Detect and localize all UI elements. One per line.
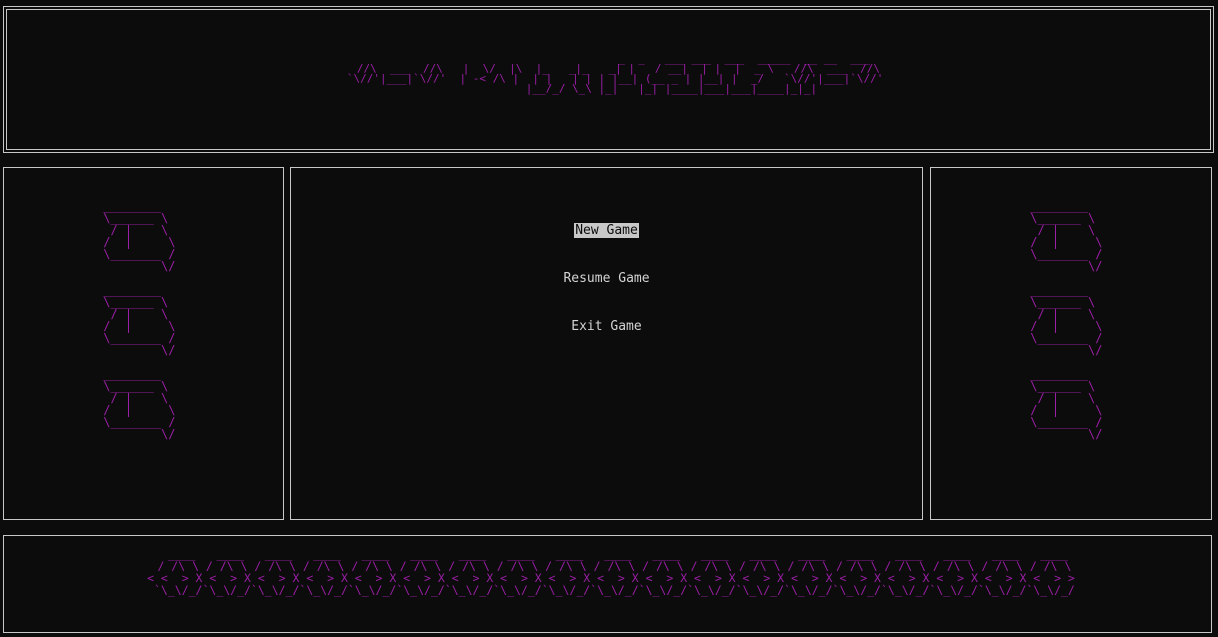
footer-wave-banner: ____ ____ ____ ____ ____ ____ ____ ____ … — [3, 535, 1212, 633]
exit-game-label: Exit Game — [571, 319, 642, 334]
new-game-label: New Game — [574, 223, 639, 238]
right-ship-stack-art: ________ \______ \ / | \ / | \ \_______ … — [1030, 199, 1103, 441]
left-ships-panel: ________ \______ \ / | \ / | \ \_______ … — [3, 167, 284, 520]
resume-game-label: Resume Game — [563, 271, 650, 286]
new-game-menu-item[interactable]: New Game — [291, 222, 922, 240]
title-banner-inner: _ _ ___ ___ ___ _____ __ __ ___ //\ ___ … — [6, 9, 1211, 150]
resume-game-menu-item[interactable]: Resume Game — [291, 270, 922, 288]
title-banner: _ _ ___ ___ ___ _____ __ __ ___ //\ ___ … — [3, 6, 1214, 153]
main-menu: New Game Resume Game Exit Game — [291, 222, 922, 366]
exit-game-menu-item[interactable]: Exit Game — [291, 318, 922, 336]
right-ships-panel: ________ \______ \ / | \ / | \ \_______ … — [930, 167, 1212, 520]
battleship-title-art: _ _ ___ ___ ___ _____ __ __ ___ //\ ___ … — [346, 52, 884, 95]
left-ship-stack-art: ________ \______ \ / | \ / | \ \_______ … — [103, 199, 176, 441]
main-menu-panel: New Game Resume Game Exit Game — [290, 167, 923, 520]
wave-pattern-art: ____ ____ ____ ____ ____ ____ ____ ____ … — [147, 547, 1075, 597]
